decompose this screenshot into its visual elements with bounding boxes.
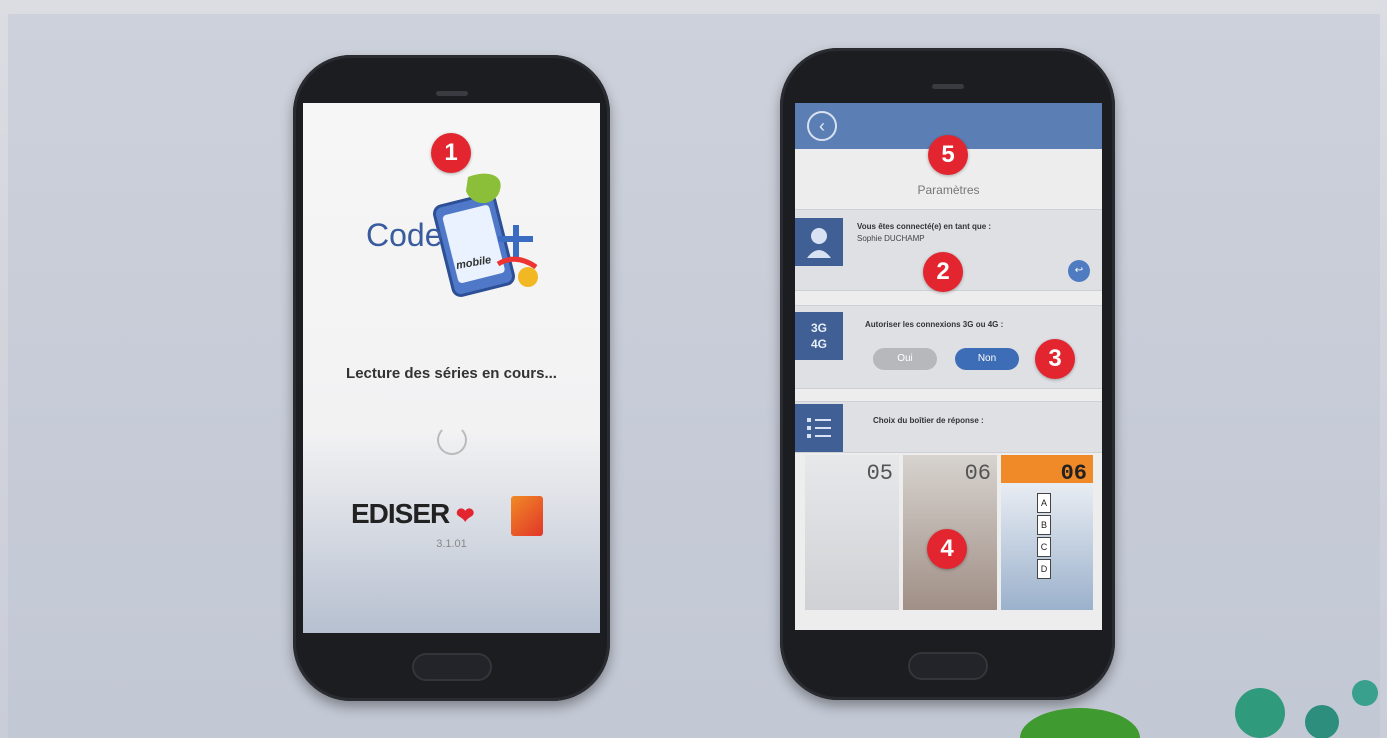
option-yes-button[interactable]: Oui	[873, 348, 937, 370]
option-b[interactable]: B	[1037, 515, 1051, 535]
answer-box-label: Choix du boîtier de réponse :	[873, 416, 984, 425]
thumb-number: 05	[866, 461, 893, 486]
decor-circle	[1305, 705, 1339, 738]
ediser-brand: EDISER	[351, 498, 450, 529]
phone-splash: 1 Code mobile Lecture des séries en cour…	[293, 55, 610, 701]
network-icon-3g: 3G	[810, 321, 827, 335]
answer-box-section: Choix du boîtier de réponse :	[795, 401, 1102, 453]
logout-button[interactable]: ↩	[1068, 260, 1090, 282]
network-icon-4g: 4G	[810, 337, 827, 351]
option-c[interactable]: C	[1037, 537, 1051, 557]
callout-badge-5: 5	[928, 135, 968, 175]
app-version: 3.1.01	[436, 538, 467, 550]
heart-icon: ❤	[456, 503, 474, 528]
account-name: Sophie DUCHAMP	[857, 234, 925, 243]
loading-text: Lecture des séries en cours...	[346, 365, 557, 382]
user-icon	[795, 218, 843, 266]
logo-word: Code	[366, 217, 443, 253]
option-a[interactable]: A	[1037, 493, 1051, 513]
book-icon	[511, 496, 543, 536]
callout-badge-3: 3	[1035, 339, 1075, 379]
home-button[interactable]	[411, 653, 492, 681]
thumb-box-1[interactable]: 05	[805, 455, 899, 610]
thumb-number: 06	[964, 461, 991, 486]
decor-circle	[1352, 680, 1378, 706]
loading-spinner	[436, 425, 467, 455]
splash-screen: 1 Code mobile Lecture des séries en cour…	[303, 103, 600, 633]
account-section: Vous êtes connecté(e) en tant que : Soph…	[795, 209, 1102, 292]
home-button[interactable]	[907, 652, 988, 680]
list-icon	[795, 404, 843, 452]
callout-badge-2: 2	[923, 252, 963, 292]
code-mobile-logo: Code mobile	[348, 169, 558, 299]
phone-speaker	[931, 84, 964, 89]
answer-box-thumbnails: 05 06 06 A B C D 4	[795, 455, 1102, 610]
account-label: Vous êtes connecté(e) en tant que :	[857, 222, 992, 231]
answer-options: A B C D	[1037, 493, 1051, 579]
settings-screen: ‹ 5 Paramètres Vous êtes connecté(e) en …	[795, 103, 1102, 630]
decor-circle	[1235, 688, 1285, 738]
option-no-button[interactable]: Non	[955, 348, 1019, 370]
thumb-box-3[interactable]: 06 A B C D	[1001, 455, 1093, 610]
phone-speaker	[435, 91, 468, 96]
background-panel	[8, 14, 1380, 738]
thumb-number: 06	[1060, 461, 1087, 486]
callout-badge-1: 1	[431, 133, 471, 173]
callout-badge-4: 4	[927, 529, 967, 569]
network-section: 3G 4G Autoriser les connexions 3G ou 4G …	[795, 305, 1102, 389]
phone-settings: ‹ 5 Paramètres Vous êtes connecté(e) en …	[780, 48, 1115, 700]
ediser-logo: EDISER ❤	[351, 498, 474, 530]
back-button[interactable]: ‹	[807, 111, 837, 141]
page-title: Paramètres	[917, 183, 980, 197]
network-label: Autoriser les connexions 3G ou 4G :	[865, 320, 1004, 329]
network-icon: 3G 4G	[795, 312, 843, 360]
option-d[interactable]: D	[1037, 559, 1051, 579]
